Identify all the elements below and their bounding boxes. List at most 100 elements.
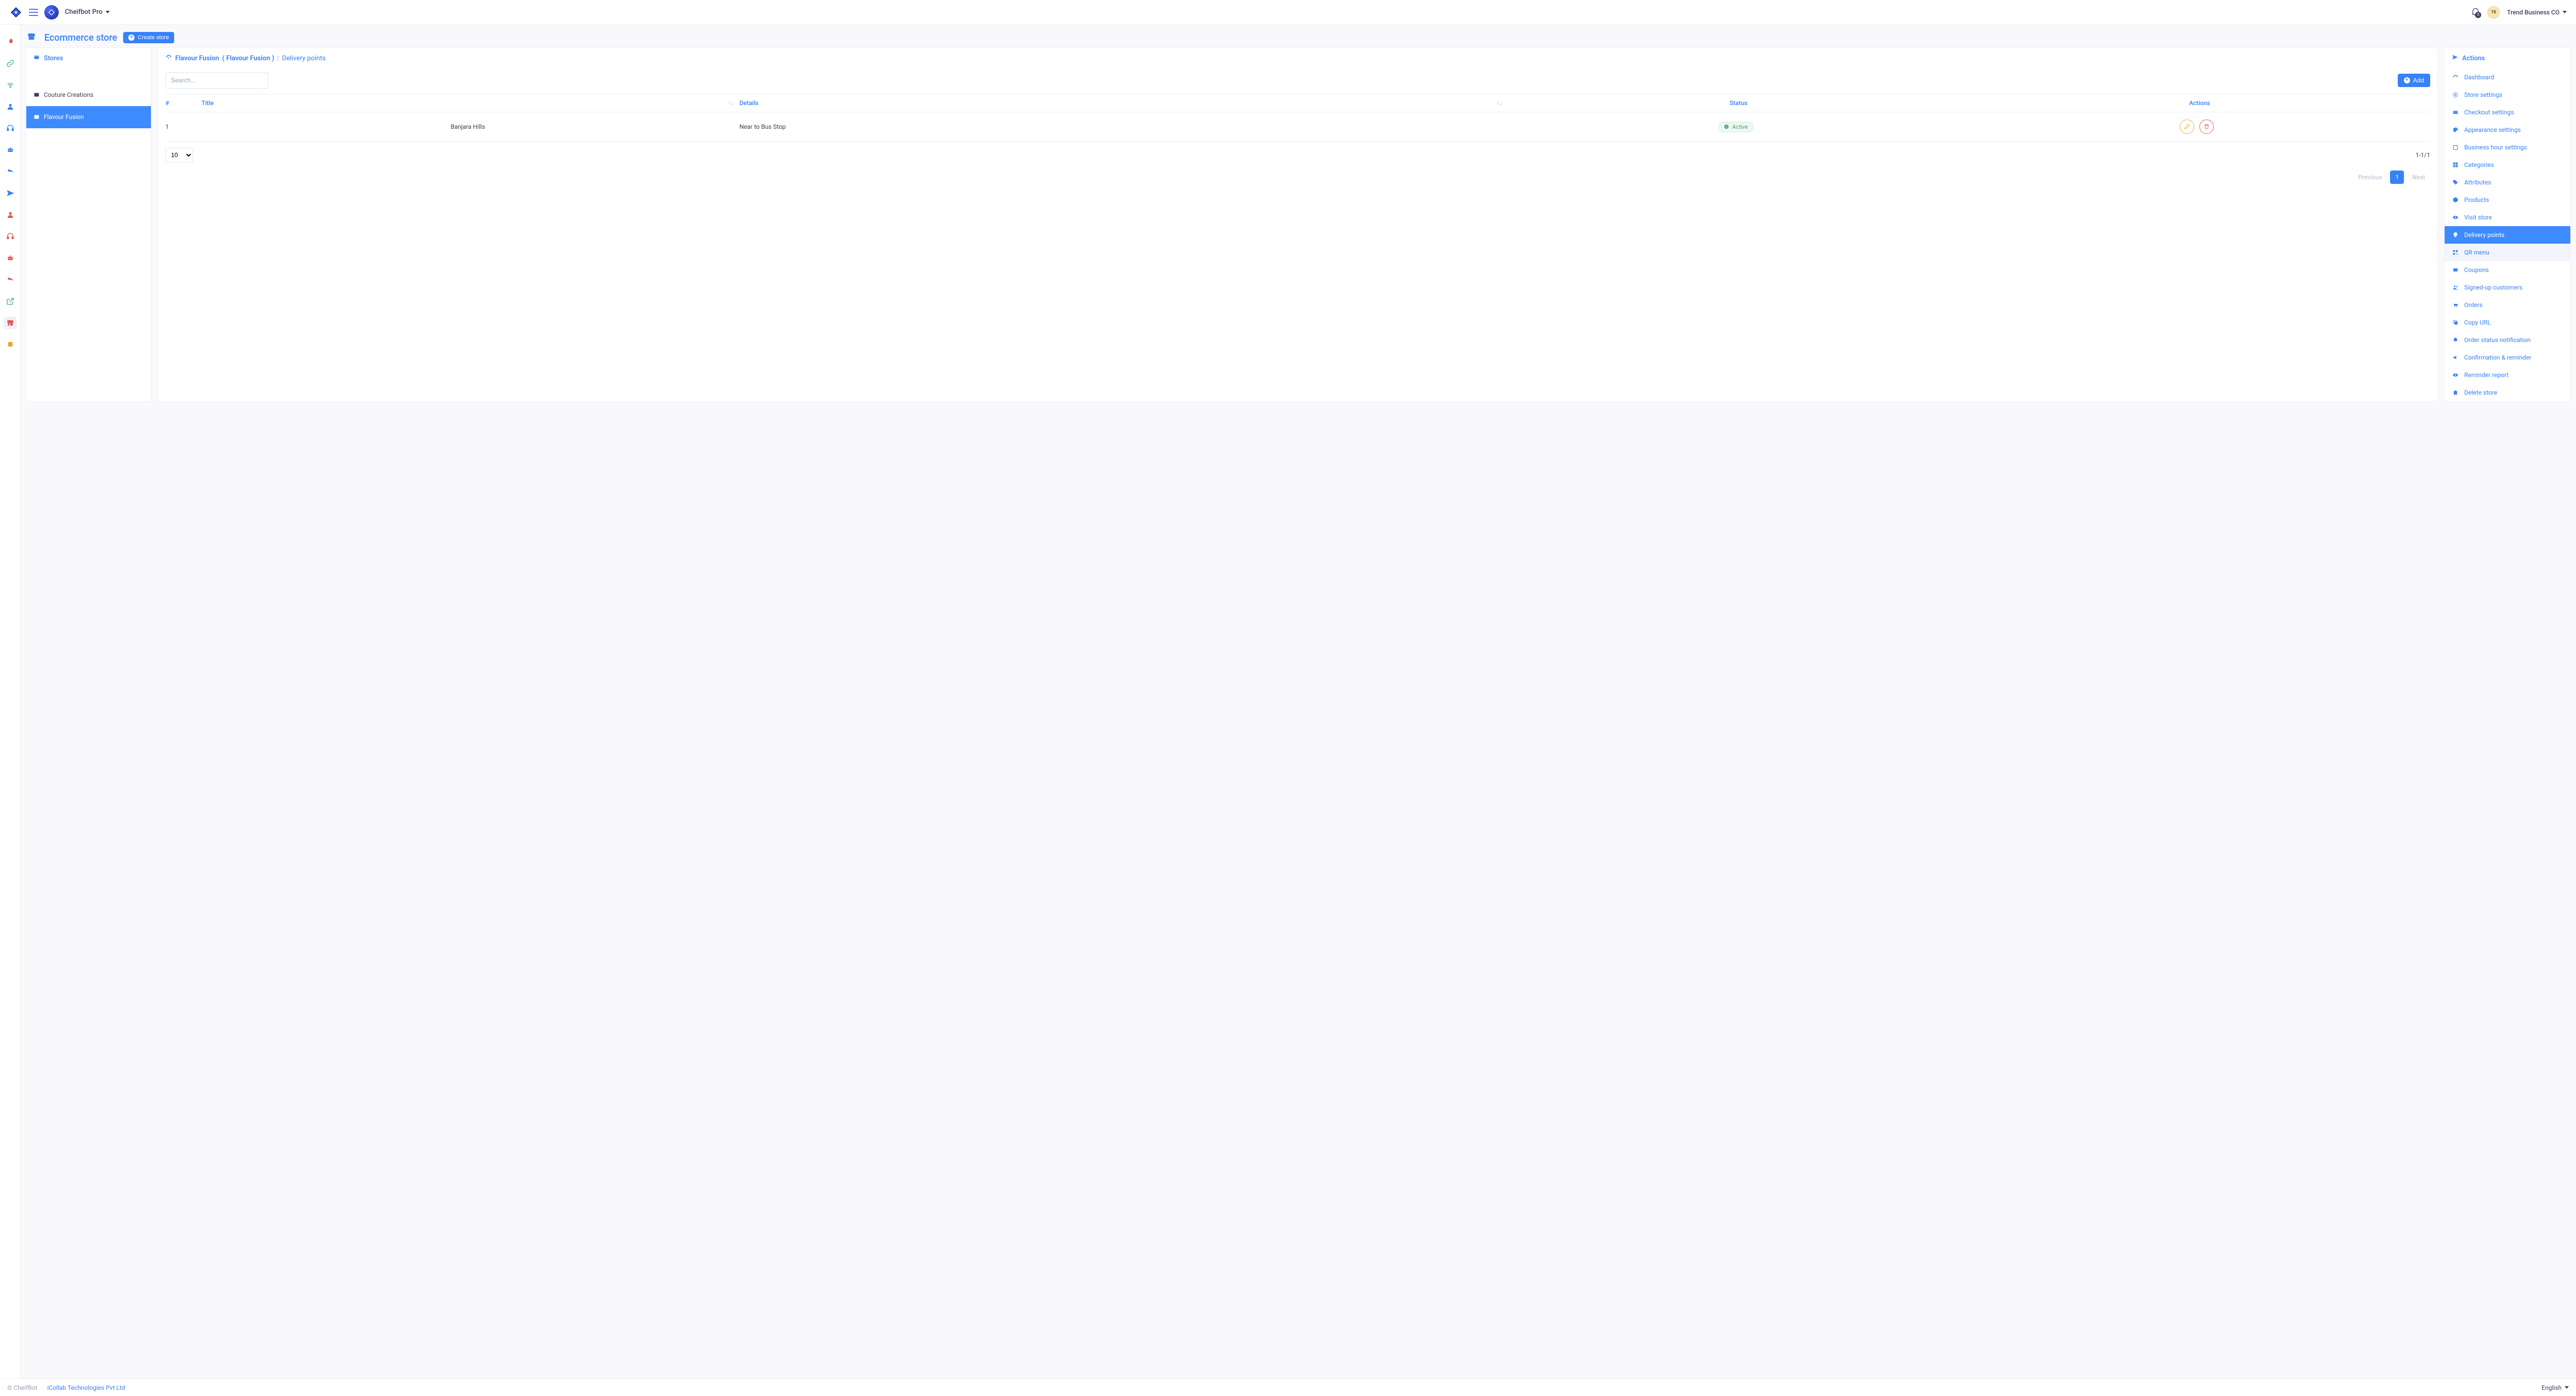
action-item-label: Attributes (2464, 179, 2491, 186)
caret-down-icon (2565, 1386, 2569, 1389)
th-status[interactable]: Status (1508, 99, 1969, 107)
action-item-label: Copy URL (2464, 319, 2491, 326)
rail-item-send[interactable] (5, 188, 16, 199)
rail-item-headset[interactable] (5, 123, 16, 134)
action-item-qr-menu[interactable]: QR menu (2445, 244, 2570, 261)
business-menu[interactable]: Trend Business CO (2507, 9, 2567, 16)
breadcrumb-store-paren: ( Flavour Fusion ) (222, 55, 274, 62)
breadcrumb-section: Delivery points (282, 55, 326, 62)
breadcrumb-store: Flavour Fusion (175, 55, 219, 62)
ticket-icon (2452, 266, 2459, 274)
delete-button[interactable] (2199, 120, 2214, 134)
cube-icon (2452, 196, 2459, 203)
action-item-coupons[interactable]: Coupons (2445, 261, 2570, 279)
icon-rail (0, 25, 21, 1378)
search-input[interactable] (165, 72, 268, 89)
pin-icon (2452, 231, 2459, 239)
action-item-confirmation-reminder[interactable]: Confirmation & reminder (2445, 349, 2570, 366)
mega-icon (2452, 354, 2459, 361)
action-item-visit-store[interactable]: Visit store (2445, 209, 2570, 226)
caret-down-icon (106, 11, 110, 13)
add-button-label: Add (2413, 77, 2424, 84)
rail-item-reply2[interactable] (5, 274, 16, 285)
action-item-checkout-settings[interactable]: Checkout settings (2445, 104, 2570, 121)
language-menu[interactable]: English (2541, 1384, 2569, 1391)
action-item-delivery-points[interactable]: Delivery points (2445, 226, 2570, 244)
notifications-count: 0 (2475, 12, 2481, 18)
action-item-signed-up-customers[interactable]: Signed-up customers (2445, 279, 2570, 296)
create-store-button[interactable]: + Create store (123, 32, 174, 43)
action-item-attributes[interactable]: Attributes (2445, 174, 2570, 191)
rail-item-headset2[interactable] (5, 231, 16, 242)
sidebar-toggle[interactable] (29, 9, 38, 16)
action-item-business-hour-settings[interactable]: Business hour settings (2445, 139, 2570, 156)
th-num[interactable]: # (165, 99, 201, 107)
action-item-label: Visit store (2464, 214, 2492, 221)
actions-panel-title: Actions (2462, 55, 2485, 62)
action-item-store-settings[interactable]: Store settings (2445, 86, 2570, 104)
trash-icon (2452, 389, 2459, 396)
action-item-copy-url[interactable]: Copy URL (2445, 314, 2570, 331)
palette-icon (2452, 126, 2459, 133)
page-header: Ecommerce store + Create store (26, 30, 2571, 47)
rail-item-bot1[interactable] (5, 144, 16, 156)
action-item-delete-store[interactable]: Delete store (2445, 384, 2570, 401)
store-icon (27, 32, 36, 43)
store-item-couture-creations[interactable]: Couture Creations (26, 84, 151, 106)
brand-menu[interactable]: Cheifbot Pro (65, 8, 110, 16)
add-button[interactable]: + Add (2398, 74, 2430, 87)
edit-button[interactable] (2180, 120, 2194, 134)
copy-icon (2452, 319, 2459, 326)
action-item-label: Order status notification (2464, 336, 2531, 344)
breadcrumb-sep: : (277, 55, 279, 62)
business-name-label: Trend Business CO (2507, 9, 2560, 16)
page-size-select[interactable]: 10 (165, 148, 193, 162)
caret-down-icon (2563, 11, 2567, 13)
rail-item-store[interactable] (5, 317, 16, 329)
action-item-label: Products (2464, 196, 2489, 203)
action-item-label: Coupons (2464, 266, 2489, 274)
action-item-reminder-report[interactable]: Reminder report (2445, 366, 2570, 384)
main-panel: Flavour Fusion ( Flavour Fusion ) : Deli… (158, 47, 2438, 402)
rail-item-user2[interactable] (5, 209, 16, 220)
rail-item-user[interactable] (5, 101, 16, 112)
rail-item-hot[interactable] (5, 36, 16, 47)
rail-item-link[interactable] (5, 58, 16, 69)
pager-next[interactable]: Next (2407, 171, 2430, 184)
clock-list-icon (2452, 144, 2459, 151)
action-item-label: Reminder report (2464, 371, 2509, 379)
th-details[interactable]: Details↑↓ (739, 99, 1508, 107)
action-item-categories[interactable]: Categories (2445, 156, 2570, 174)
th-title[interactable]: Title↑↓ (201, 99, 739, 107)
pager-page-1[interactable]: 1 (2390, 171, 2404, 184)
action-item-label: Delete store (2464, 389, 2497, 396)
plus-circle-icon: + (2404, 77, 2410, 83)
rail-item-reply1[interactable] (5, 166, 16, 177)
footer: © CheifBot · iCollab Technologies Pvt Lt… (0, 1378, 2576, 1396)
pager: Previous 1 Next (158, 168, 2437, 184)
rail-item-bot2[interactable] (5, 252, 16, 264)
action-item-products[interactable]: Products (2445, 191, 2570, 209)
window-icon (33, 114, 40, 120)
tags-icon (2452, 179, 2459, 186)
pager-previous[interactable]: Previous (2353, 171, 2387, 184)
store-item-flavour-fusion[interactable]: Flavour Fusion (26, 106, 151, 128)
action-item-label: Store settings (2464, 91, 2502, 98)
action-item-label: Delivery points (2464, 231, 2504, 239)
notifications-button[interactable]: 0 (2471, 8, 2480, 17)
action-item-order-status-notification[interactable]: Order status notification (2445, 331, 2570, 349)
action-item-dashboard[interactable]: Dashboard (2445, 69, 2570, 86)
action-item-orders[interactable]: Orders (2445, 296, 2570, 314)
cell-details: Near to Bus Stop (739, 123, 1508, 130)
app-logo (9, 6, 23, 19)
eye-icon (2452, 371, 2459, 379)
rail-item-export[interactable] (5, 296, 16, 307)
footer-link[interactable]: iCollab Technologies Pvt Ltd (47, 1384, 125, 1391)
rail-item-wifi[interactable] (5, 79, 16, 91)
action-item-label: Business hour settings (2464, 144, 2527, 151)
action-item-appearance-settings[interactable]: Appearance settings (2445, 121, 2570, 139)
action-item-label: Signed-up customers (2464, 284, 2522, 291)
action-item-label: Checkout settings (2464, 109, 2514, 116)
stores-panel-title: Stores (44, 55, 63, 62)
rail-item-coins[interactable] (5, 339, 16, 350)
